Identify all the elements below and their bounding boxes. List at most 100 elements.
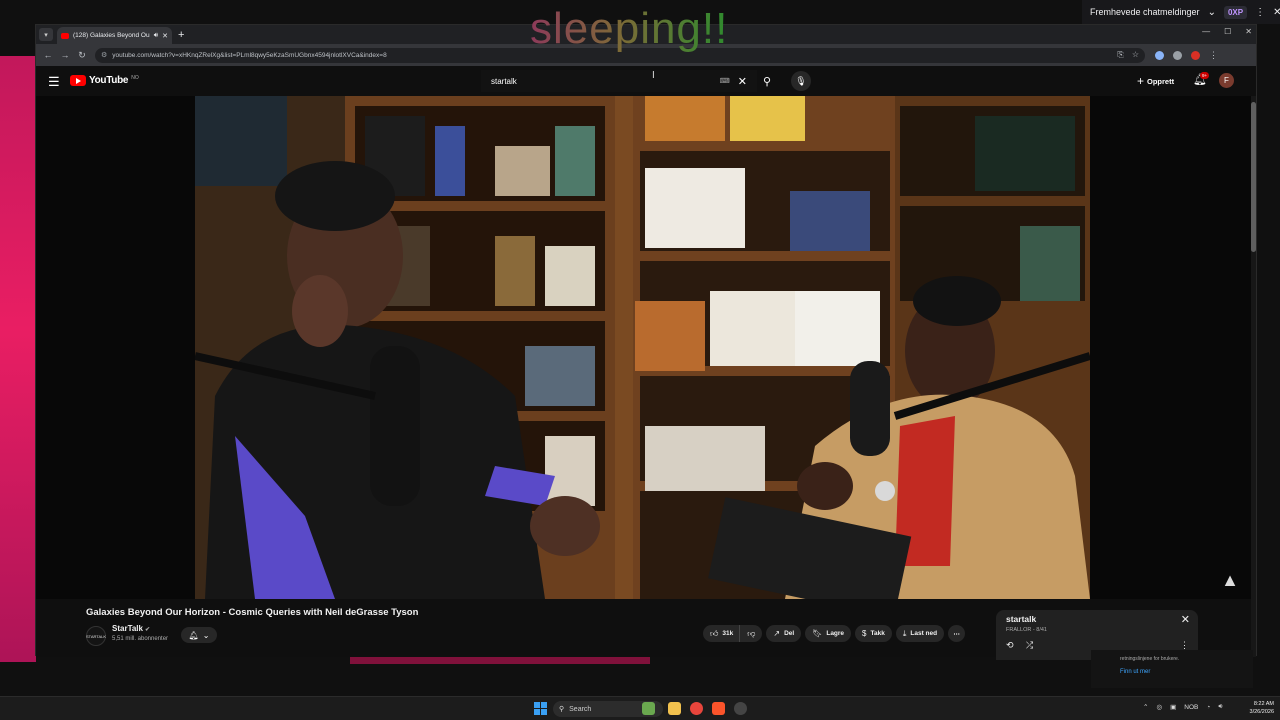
save-button[interactable]: 🔖︎ Lagre: [805, 625, 852, 642]
clock[interactable]: 8:22 AM 3/26/2026: [1240, 700, 1274, 716]
more-actions-button[interactable]: ⋯: [948, 625, 966, 642]
extension-icon[interactable]: [1155, 50, 1164, 60]
search-input[interactable]: startalk ⌨ ✕: [481, 70, 757, 92]
site-info-icon[interactable]: ⚙: [101, 51, 107, 59]
channel-avatar[interactable]: STARTALK: [86, 626, 106, 646]
close-playlist-icon[interactable]: ✕: [1181, 613, 1190, 626]
shuffle-icon[interactable]: ⤮: [1026, 640, 1033, 651]
plus-icon: +: [1137, 74, 1145, 88]
clear-search-icon[interactable]: ✕: [738, 75, 747, 88]
close-window-icon[interactable]: ✕: [1245, 27, 1252, 36]
subscription-bell-button[interactable]: 🔔︎ ⌄: [181, 627, 217, 643]
back-icon[interactable]: ←: [43, 50, 53, 60]
logo-text: YouTube: [89, 75, 129, 86]
taskbar-search-text: Search: [569, 705, 592, 713]
extensions-puzzle-icon[interactable]: [1173, 50, 1182, 60]
share-label: Del: [784, 630, 795, 637]
bell-icon: 🔔︎: [188, 630, 199, 640]
share-button[interactable]: ↗ Del: [766, 625, 802, 642]
thanks-icon: $: [862, 629, 867, 638]
wifi-icon[interactable]: ◔: [1206, 704, 1210, 711]
youtube-play-icon: [70, 75, 86, 86]
like-count: 31k: [722, 630, 734, 637]
playlist-subtitle: FRALLOR - 8/41: [1006, 627, 1047, 633]
video-frame[interactable]: [195, 96, 1090, 599]
notification-count: 9+: [1200, 72, 1210, 79]
tray-app-icon-2[interactable]: ▣: [1170, 703, 1176, 711]
thumbs-up-icon: 👍︎: [710, 628, 719, 638]
chrome-icon[interactable]: [690, 702, 703, 715]
omnibox-actions: ⎘ ☆: [1117, 50, 1139, 60]
page-scrollbar[interactable]: [1251, 96, 1256, 657]
action-bar: 👍︎ 31k 👎︎ ↗ Del 🔖︎ Lagre $ Takk ⤓ Last n…: [703, 625, 966, 642]
video-scene-image: [195, 96, 1090, 599]
screen: Fremhevede chatmeldinger ⌄ 0XP ⋮ ✕ ▾ (12…: [0, 0, 1280, 720]
minimize-icon[interactable]: —: [1202, 27, 1210, 36]
speaker-icon[interactable]: 🔊︎: [154, 32, 158, 40]
subscriber-count: 5,51 mill. abonnenter: [112, 636, 169, 642]
brave-icon[interactable]: [712, 702, 725, 715]
save-label: Lagre: [826, 630, 845, 637]
loop-icon[interactable]: ⟲: [1006, 640, 1014, 651]
microphone-icon[interactable]: 🎙︎: [791, 71, 811, 91]
app-icon[interactable]: [734, 702, 747, 715]
download-icon: ⤓: [902, 628, 907, 638]
like-button[interactable]: 👍︎ 31k: [703, 625, 740, 642]
notice-text: retningslinjene for brukere.: [1120, 656, 1180, 662]
thanks-button[interactable]: $ Takk: [855, 625, 892, 642]
extensions: ⋮: [1155, 50, 1218, 61]
volume-icon[interactable]: 🔊︎: [1218, 703, 1222, 711]
background-notice-panel: retningslinjene for brukere. Finn ut mer: [1091, 650, 1253, 688]
taskbar: ⚲ Search ⌃ ◎ ▣ NOB ◔ 🔊︎ 8:22 AM 3/26/202…: [0, 696, 1280, 720]
verified-icon: ✔: [144, 627, 151, 633]
download-label: Last ned: [910, 630, 938, 637]
channel-name[interactable]: StarTalk: [112, 624, 143, 633]
account-avatar[interactable]: F: [1219, 73, 1234, 88]
scrollbar-thumb[interactable]: [1251, 102, 1256, 252]
tab-search-button[interactable]: ▾: [39, 28, 53, 41]
more-horizontal-icon: ⋯: [953, 630, 960, 638]
chevron-down-icon[interactable]: ⌄: [1208, 7, 1216, 18]
bookmark-icon: 🔖︎: [812, 629, 823, 638]
video-player[interactable]: ▲: [36, 96, 1253, 599]
search-icon[interactable]: ⚲: [756, 70, 778, 92]
file-explorer-icon[interactable]: [668, 702, 681, 715]
dislike-button[interactable]: 👎︎: [739, 625, 763, 642]
tray-app-icon[interactable]: ◎: [1156, 703, 1162, 711]
video-info-area: Galaxies Beyond Our Horizon - Cosmic Que…: [36, 599, 1253, 660]
reload-icon[interactable]: ↻: [77, 50, 87, 61]
new-tab-button[interactable]: +: [178, 29, 184, 41]
profile-icon[interactable]: [1191, 50, 1200, 60]
create-button[interactable]: + Opprett: [1137, 74, 1174, 88]
widget-app-icon[interactable]: [642, 702, 655, 715]
stream-overlay-caption: sleeping!!: [530, 4, 729, 53]
chevron-down-icon: ⌄: [202, 630, 210, 640]
close-icon[interactable]: ✕: [1273, 7, 1280, 18]
playlist-title[interactable]: startalk: [1006, 614, 1036, 624]
forward-icon[interactable]: →: [60, 50, 70, 60]
channel-name-container[interactable]: StarTalk ✔: [112, 624, 150, 633]
tab-youtube[interactable]: (128) Galaxies Beyond Our 🔊︎ ✕: [57, 27, 172, 44]
twitch-featured-bar: Fremhevede chatmeldinger ⌄ 0XP ⋮ ✕: [1082, 0, 1280, 24]
clock-date: 3/26/2026: [1249, 709, 1274, 715]
text-cursor-icon: I: [652, 70, 655, 81]
learn-more-link[interactable]: Finn ut mer: [1120, 669, 1150, 675]
browser-menu-icon[interactable]: ⋮: [1209, 50, 1218, 61]
language-indicator[interactable]: NOB: [1184, 704, 1198, 711]
window-controls: — ☐ ✕: [1202, 27, 1252, 36]
xp-badge[interactable]: 0XP: [1223, 5, 1248, 19]
maximize-icon[interactable]: ☐: [1224, 27, 1231, 36]
download-button[interactable]: ⤓ Last ned: [895, 625, 945, 642]
decorative-strip: [0, 56, 36, 662]
hamburger-menu-icon[interactable]: ☰: [48, 74, 60, 90]
tray-chevron-up-icon[interactable]: ⌃: [1143, 703, 1148, 711]
more-icon[interactable]: ⋮: [1255, 7, 1265, 18]
install-app-icon[interactable]: ⎘: [1117, 50, 1123, 60]
search-value[interactable]: startalk: [491, 77, 720, 86]
featured-chat-dropdown[interactable]: Fremhevede chatmeldinger: [1090, 7, 1200, 17]
keyboard-icon[interactable]: ⌨: [720, 77, 730, 85]
bookmark-star-icon[interactable]: ☆: [1132, 50, 1139, 60]
close-tab-icon[interactable]: ✕: [162, 32, 168, 40]
windows-start-icon[interactable]: [534, 702, 547, 715]
youtube-logo[interactable]: YouTube NO: [70, 75, 139, 86]
